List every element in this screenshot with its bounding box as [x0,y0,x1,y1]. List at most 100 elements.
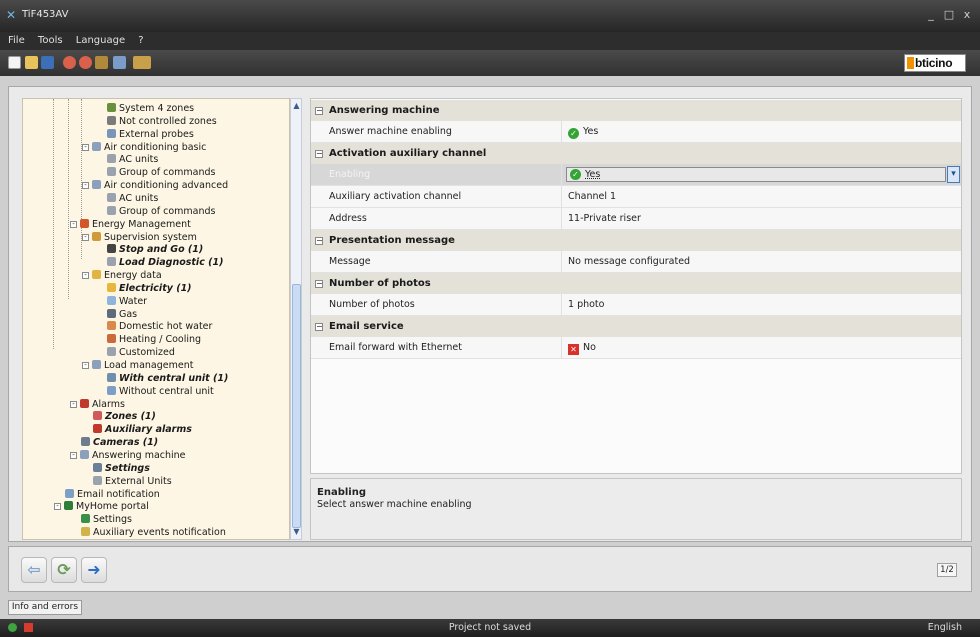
section-header[interactable]: − Activation auxiliary channel [311,143,961,165]
tree-item[interactable]: Settings [93,462,150,475]
property-row[interactable]: Message No message configurated [311,251,961,273]
back-button[interactable]: ⇦ [21,557,47,583]
section-header[interactable]: − Presentation message [311,230,961,252]
enabling-dropdown[interactable]: ✓ Yes [566,167,946,182]
tree-item[interactable]: With central unit (1) [107,372,228,385]
tree-item[interactable]: AC units [107,192,158,205]
tree-item[interactable]: Gas [107,308,137,321]
tree-item[interactable]: Stop and Go (1) [107,243,203,256]
property-value[interactable]: ✕ No [568,337,958,359]
scroll-down-icon[interactable]: ▼ [292,527,301,537]
open-folder-icon[interactable] [25,56,38,69]
property-row[interactable]: Address 11-Private riser [311,208,961,230]
tree-item[interactable]: Email notification [65,488,160,501]
scroll-thumb[interactable] [292,284,301,528]
tree-item[interactable]: System 4 zones [107,102,194,115]
tree-item[interactable]: - Load management [82,359,193,372]
tree-item[interactable]: Group of commands [107,205,215,218]
tree-item[interactable]: - MyHome portal [54,500,149,513]
tree-item-label: Group of commands [119,167,216,179]
property-row[interactable]: Answer machine enabling ✓ Yes [311,121,961,143]
property-value[interactable]: ✓ Yes [568,121,958,143]
user-icon[interactable] [113,56,126,69]
tree-item[interactable]: Water [107,295,147,308]
refresh-button[interactable]: ⟳ [51,557,77,583]
scroll-up-icon[interactable]: ▲ [292,101,301,111]
forward-button[interactable]: ➜ [81,557,107,583]
tree-item-icon [107,167,116,177]
send-icon[interactable] [63,56,76,69]
collapse-icon[interactable]: − [315,237,323,245]
menu-tools[interactable]: Tools [33,32,68,46]
chart-icon[interactable] [133,56,151,69]
tree-item[interactable]: External Units [93,475,172,488]
tree-item[interactable]: - Energy Management [70,218,191,231]
tree-expander[interactable]: - [70,451,77,459]
menu-language[interactable]: Language [71,32,130,46]
tree-item[interactable]: Zones (1) [93,410,156,423]
refresh-icon: ⟳ [57,560,71,579]
collapse-icon[interactable]: − [315,323,323,331]
collapse-icon[interactable]: − [315,280,323,288]
save-icon[interactable] [41,56,54,69]
maximize-button[interactable]: □ [942,8,956,22]
tree-expander[interactable]: - [70,400,77,408]
section-header[interactable]: − Number of photos [311,273,961,295]
tree-item[interactable]: Electricity (1) [107,282,192,295]
tree-item[interactable]: Customized [107,346,175,359]
tree-expander[interactable]: - [82,272,89,280]
tree-item[interactable]: - Energy data [82,269,162,282]
menu-file[interactable]: File [0,32,30,46]
tree-item[interactable]: Auxiliary events notification [81,526,226,539]
tree-item[interactable]: Domestic hot water [107,320,212,333]
minimize-button[interactable]: _ [924,8,938,22]
tree-item[interactable]: - Air conditioning advanced [82,179,228,192]
tree-expander[interactable]: - [82,182,89,190]
tree-item[interactable]: Group of commands [107,166,215,179]
tree-item[interactable]: - Supervision system [82,231,197,244]
tree-item[interactable]: Heating / Cooling [107,333,201,346]
collapse-icon[interactable]: − [315,150,323,158]
arrow-left-icon: ⇦ [27,560,41,579]
tree-expander[interactable]: - [82,143,89,151]
property-row[interactable]: Auxiliary activation channel Channel 1 [311,186,961,208]
tree-item[interactable]: Cameras (1) [81,436,158,449]
section-header[interactable]: − Email service [311,316,961,338]
tree-item[interactable]: - Answering machine [70,449,186,462]
tree-item[interactable]: Load Diagnostic (1) [107,256,223,269]
property-row[interactable]: Email forward with Ethernet ✕ No [311,337,961,359]
language-indicator[interactable]: English [928,622,962,633]
tree-item[interactable]: - Air conditioning basic [82,141,206,154]
property-value[interactable]: 11-Private riser [568,208,958,230]
close-button[interactable]: x [960,8,974,22]
tree-item[interactable]: Not controlled zones [107,115,217,128]
property-row[interactable]: Enabling ✓ Yes ▾ [311,164,961,186]
section-header[interactable]: − Answering machine [311,100,961,122]
tree-item[interactable]: - Alarms [70,398,125,411]
tree-expander[interactable]: - [54,503,61,511]
receive-icon[interactable] [79,56,92,69]
tree-expander[interactable]: - [82,362,89,369]
tree-item[interactable]: Auxiliary alarms [93,423,192,436]
tree-scrollbar[interactable]: ▲ ▼ [290,98,302,540]
tree-item[interactable]: Without central unit [107,385,214,398]
property-value[interactable]: 1 photo [568,294,958,316]
info-errors-tab[interactable]: Info and errors [8,600,82,615]
property-row[interactable]: Number of photos 1 photo [311,294,961,316]
tree-expander[interactable]: - [70,220,77,228]
collapse-icon[interactable]: − [315,107,323,115]
tree-item-label: Cameras (1) [93,437,159,449]
tree-expander[interactable]: - [82,233,89,241]
chevron-down-icon[interactable]: ▾ [947,166,960,183]
tree-item[interactable]: Settings [81,513,132,526]
tree-item-label: Answering machine [92,449,186,461]
property-value[interactable]: Channel 1 [568,186,958,208]
navigation-tree[interactable]: System 4 zones Not controlled zones Extern… [22,98,290,540]
tools-icon[interactable] [95,56,108,69]
tree-item[interactable]: AC units [107,153,158,166]
new-file-icon[interactable] [8,56,21,69]
property-value[interactable]: No message configurated [568,251,958,273]
status-bar: Project not saved English [0,619,980,637]
tree-item[interactable]: External probes [107,128,194,141]
menu-help[interactable]: ? [133,32,148,46]
